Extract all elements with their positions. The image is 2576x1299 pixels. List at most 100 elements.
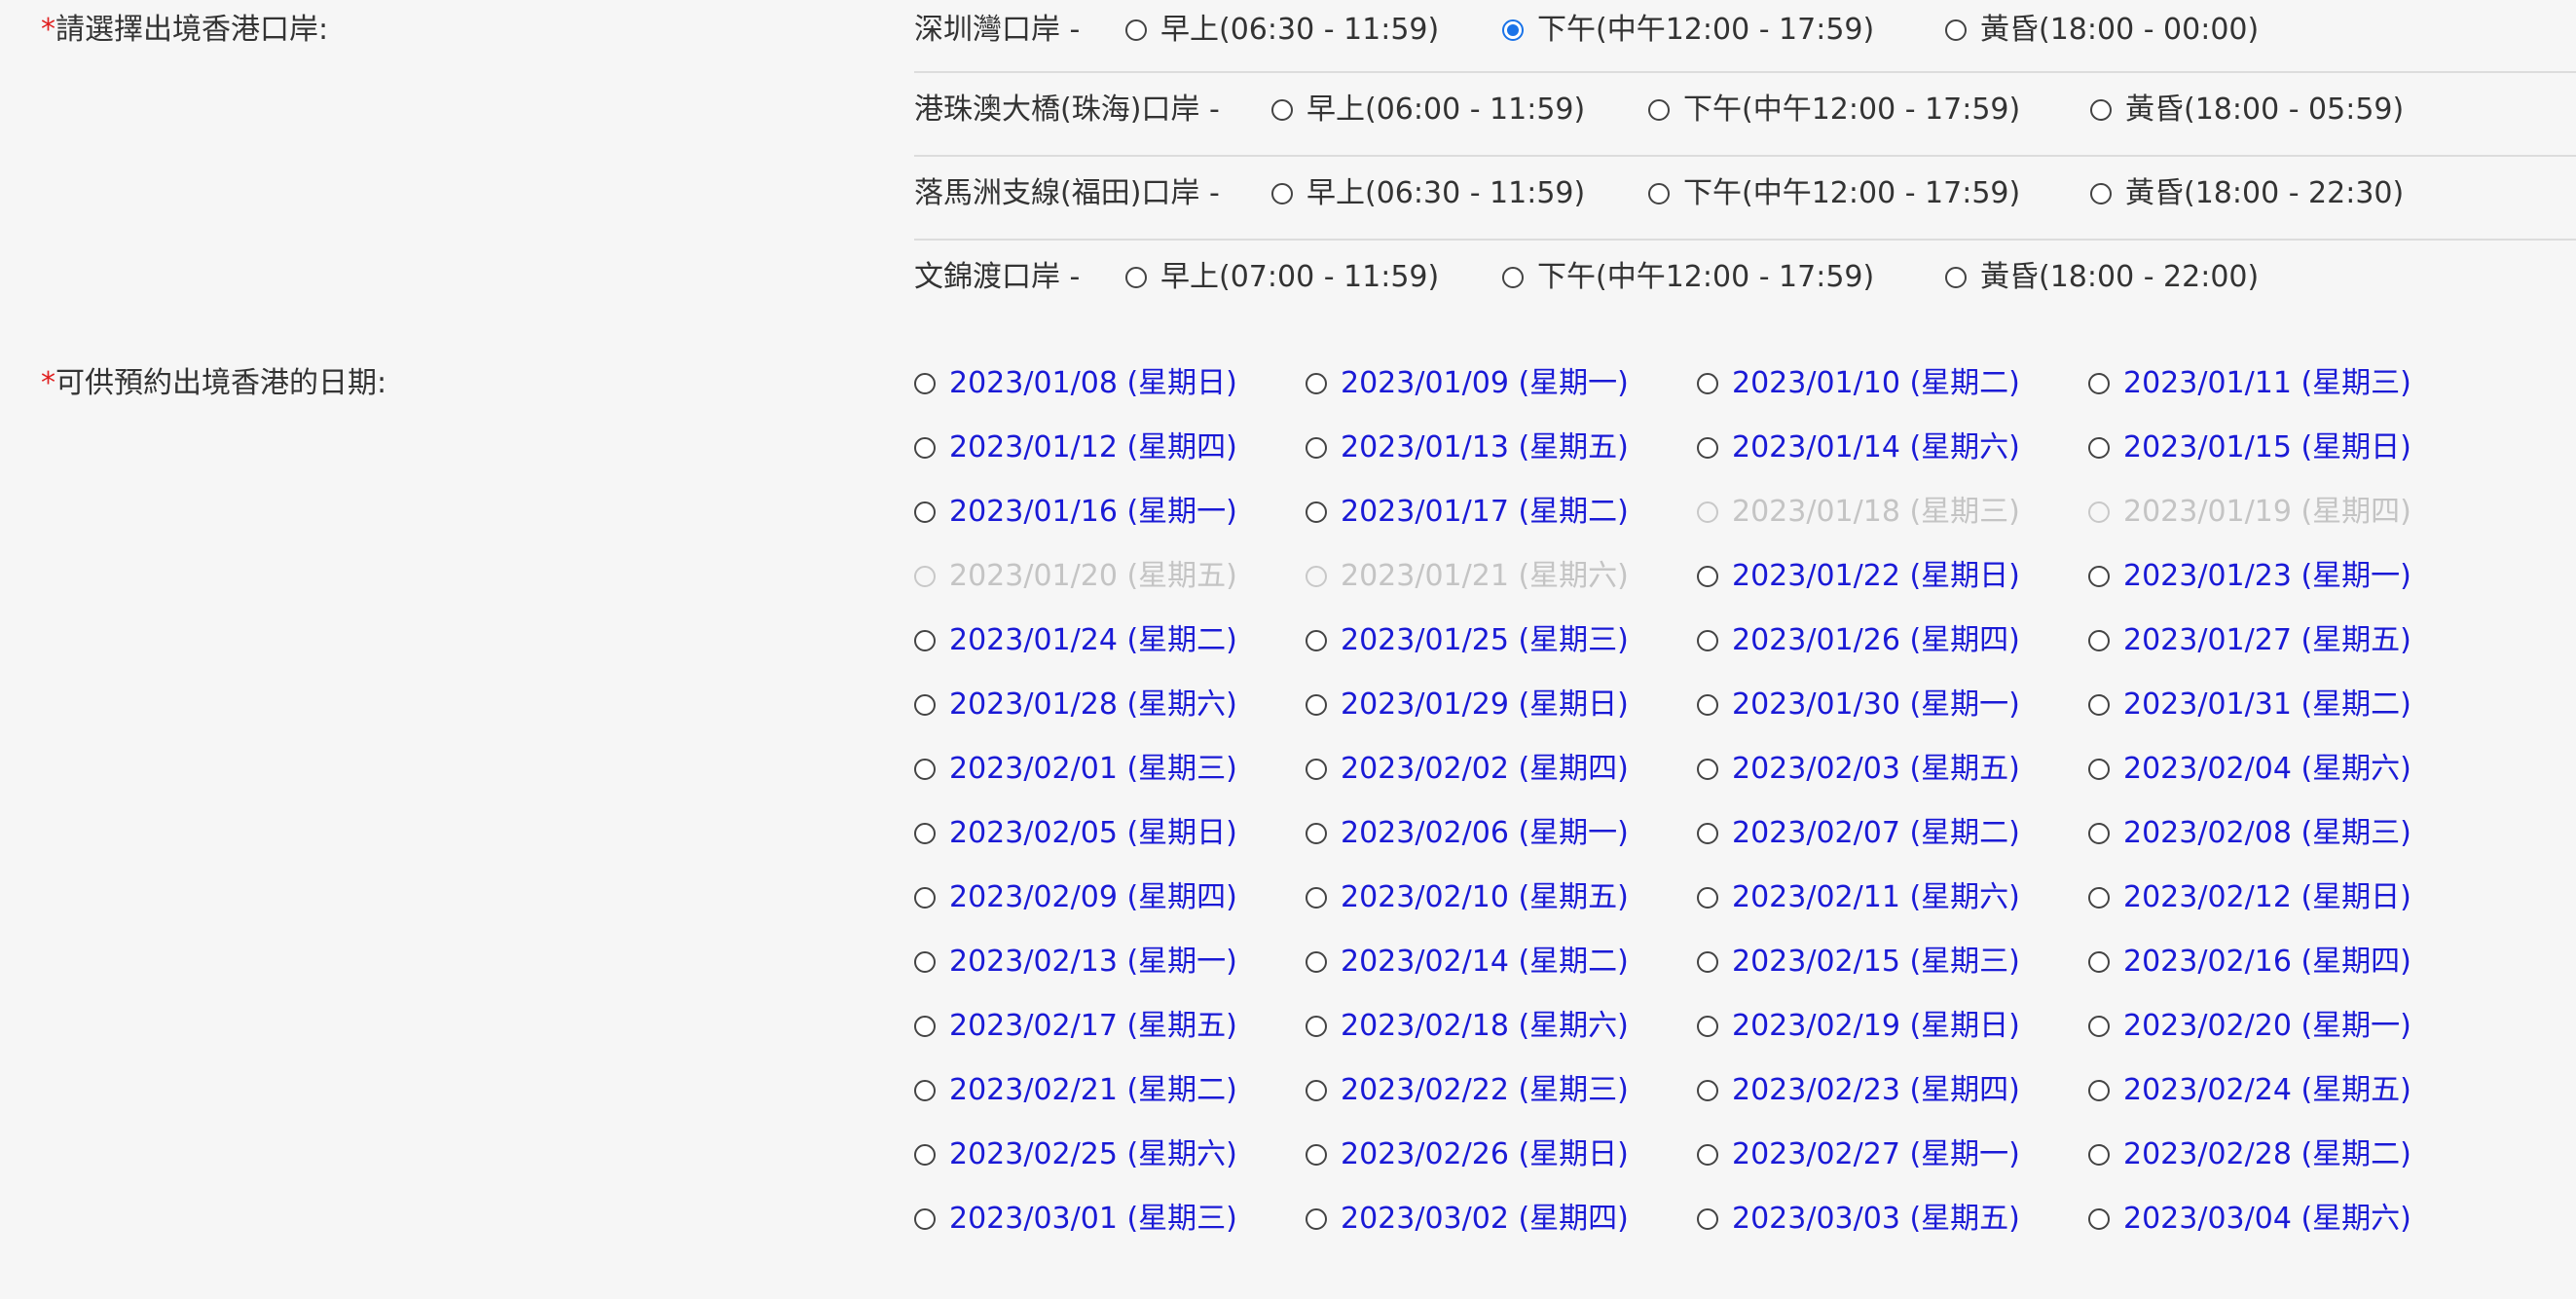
radio-icon[interactable] xyxy=(1306,694,1327,716)
date-option[interactable]: 2023/03/02 (星期四) xyxy=(1306,1200,1629,1239)
radio-icon[interactable] xyxy=(1697,373,1718,394)
date-option[interactable]: 2023/02/21 (星期二) xyxy=(914,1071,1237,1110)
date-option[interactable]: 2023/01/30 (星期一) xyxy=(1697,686,2020,724)
date-option[interactable]: 2023/02/14 (星期二) xyxy=(1306,943,1629,982)
radio-icon[interactable] xyxy=(2088,887,2110,909)
date-option[interactable]: 2023/03/04 (星期六) xyxy=(2088,1200,2411,1239)
radio-icon[interactable] xyxy=(914,437,936,459)
radio-icon[interactable] xyxy=(1306,1016,1327,1037)
radio-icon[interactable] xyxy=(914,630,936,651)
radio-icon[interactable] xyxy=(1306,437,1327,459)
port-option-afternoon[interactable]: 下午(中午12:00 - 17:59) xyxy=(1648,91,2020,130)
radio-icon[interactable] xyxy=(1306,887,1327,909)
radio-icon[interactable] xyxy=(2088,566,2110,587)
date-option[interactable]: 2023/02/16 (星期四) xyxy=(2088,943,2411,982)
port-option-morning[interactable]: 早上(07:00 - 11:59) xyxy=(1125,258,1439,297)
radio-icon[interactable] xyxy=(2088,759,2110,780)
radio-icon[interactable] xyxy=(1697,1208,1718,1230)
radio-icon[interactable] xyxy=(914,1080,936,1101)
radio-icon[interactable] xyxy=(2088,1144,2110,1166)
date-option[interactable]: 2023/01/09 (星期一) xyxy=(1306,364,1629,403)
radio-icon[interactable] xyxy=(1697,951,1718,973)
date-option[interactable]: 2023/02/04 (星期六) xyxy=(2088,750,2411,789)
radio-icon[interactable] xyxy=(1648,99,1670,121)
port-option-evening[interactable]: 黃昏(18:00 - 00:00) xyxy=(1945,11,2259,50)
radio-icon[interactable] xyxy=(1945,19,1967,41)
date-option[interactable]: 2023/01/16 (星期一) xyxy=(914,493,1237,532)
radio-icon[interactable] xyxy=(1306,501,1327,523)
port-option-morning[interactable]: 早上(06:00 - 11:59) xyxy=(1271,91,1585,130)
radio-icon[interactable] xyxy=(1271,183,1293,204)
radio-icon[interactable] xyxy=(914,373,936,394)
date-option[interactable]: 2023/01/26 (星期四) xyxy=(1697,621,2020,660)
port-option-afternoon[interactable]: 下午(中午12:00 - 17:59) xyxy=(1502,258,1874,297)
radio-icon[interactable] xyxy=(914,1144,936,1166)
radio-icon[interactable] xyxy=(1306,823,1327,844)
date-option[interactable]: 2023/02/25 (星期六) xyxy=(914,1135,1237,1174)
date-option[interactable]: 2023/02/19 (星期日) xyxy=(1697,1007,2020,1046)
radio-icon[interactable] xyxy=(1306,1144,1327,1166)
date-option[interactable]: 2023/01/13 (星期五) xyxy=(1306,428,1629,467)
port-option-evening[interactable]: 黃昏(18:00 - 22:00) xyxy=(1945,258,2259,297)
date-option[interactable]: 2023/01/11 (星期三) xyxy=(2088,364,2411,403)
radio-icon[interactable] xyxy=(914,1016,936,1037)
date-option[interactable]: 2023/01/14 (星期六) xyxy=(1697,428,2020,467)
date-option[interactable]: 2023/01/29 (星期日) xyxy=(1306,686,1629,724)
date-option[interactable]: 2023/02/11 (星期六) xyxy=(1697,878,2020,917)
radio-icon[interactable] xyxy=(1697,823,1718,844)
radio-icon[interactable] xyxy=(914,694,936,716)
date-option[interactable]: 2023/01/27 (星期五) xyxy=(2088,621,2411,660)
radio-icon[interactable] xyxy=(2088,630,2110,651)
radio-icon[interactable] xyxy=(914,887,936,909)
radio-icon[interactable] xyxy=(1697,566,1718,587)
radio-icon[interactable] xyxy=(2088,694,2110,716)
radio-icon[interactable] xyxy=(2090,183,2112,204)
radio-icon[interactable] xyxy=(1697,887,1718,909)
date-option[interactable]: 2023/02/27 (星期一) xyxy=(1697,1135,2020,1174)
date-option[interactable]: 2023/02/10 (星期五) xyxy=(1306,878,1629,917)
port-option-evening[interactable]: 黃昏(18:00 - 22:30) xyxy=(2090,174,2404,213)
radio-icon[interactable] xyxy=(1306,630,1327,651)
radio-icon[interactable] xyxy=(1271,99,1293,121)
radio-icon[interactable] xyxy=(1502,267,1524,288)
date-option[interactable]: 2023/02/03 (星期五) xyxy=(1697,750,2020,789)
date-option[interactable]: 2023/02/20 (星期一) xyxy=(2088,1007,2411,1046)
date-option[interactable]: 2023/02/09 (星期四) xyxy=(914,878,1237,917)
radio-icon[interactable] xyxy=(914,951,936,973)
radio-icon[interactable] xyxy=(1306,759,1327,780)
radio-icon[interactable] xyxy=(2088,1016,2110,1037)
radio-icon[interactable] xyxy=(1125,19,1147,41)
date-option[interactable]: 2023/01/22 (星期日) xyxy=(1697,557,2020,596)
date-option[interactable]: 2023/01/24 (星期二) xyxy=(914,621,1237,660)
date-option[interactable]: 2023/02/23 (星期四) xyxy=(1697,1071,2020,1110)
radio-icon[interactable] xyxy=(914,823,936,844)
date-option[interactable]: 2023/02/28 (星期二) xyxy=(2088,1135,2411,1174)
radio-icon[interactable] xyxy=(1697,1144,1718,1166)
date-option[interactable]: 2023/01/12 (星期四) xyxy=(914,428,1237,467)
date-option[interactable]: 2023/03/03 (星期五) xyxy=(1697,1200,2020,1239)
radio-icon[interactable] xyxy=(1306,1080,1327,1101)
date-option[interactable]: 2023/01/10 (星期二) xyxy=(1697,364,2020,403)
date-option[interactable]: 2023/02/18 (星期六) xyxy=(1306,1007,1629,1046)
port-option-evening[interactable]: 黃昏(18:00 - 05:59) xyxy=(2090,91,2404,130)
radio-icon[interactable] xyxy=(1648,183,1670,204)
radio-icon[interactable] xyxy=(1697,1016,1718,1037)
port-option-afternoon[interactable]: 下午(中午12:00 - 17:59) xyxy=(1648,174,2020,213)
radio-icon[interactable] xyxy=(2088,951,2110,973)
port-option-afternoon[interactable]: 下午(中午12:00 - 17:59) xyxy=(1502,11,1874,50)
radio-icon[interactable] xyxy=(2088,437,2110,459)
date-option[interactable]: 2023/02/05 (星期日) xyxy=(914,814,1237,853)
radio-icon[interactable] xyxy=(2088,1080,2110,1101)
port-option-morning[interactable]: 早上(06:30 - 11:59) xyxy=(1271,174,1585,213)
date-option[interactable]: 2023/02/26 (星期日) xyxy=(1306,1135,1629,1174)
date-option[interactable]: 2023/02/06 (星期一) xyxy=(1306,814,1629,853)
date-option[interactable]: 2023/02/01 (星期三) xyxy=(914,750,1237,789)
radio-icon[interactable] xyxy=(914,759,936,780)
date-option[interactable]: 2023/02/02 (星期四) xyxy=(1306,750,1629,789)
date-option[interactable]: 2023/02/08 (星期三) xyxy=(2088,814,2411,853)
date-option[interactable]: 2023/01/28 (星期六) xyxy=(914,686,1237,724)
radio-icon[interactable] xyxy=(1125,267,1147,288)
radio-icon[interactable] xyxy=(914,1208,936,1230)
date-option[interactable]: 2023/02/07 (星期二) xyxy=(1697,814,2020,853)
date-option[interactable]: 2023/02/15 (星期三) xyxy=(1697,943,2020,982)
